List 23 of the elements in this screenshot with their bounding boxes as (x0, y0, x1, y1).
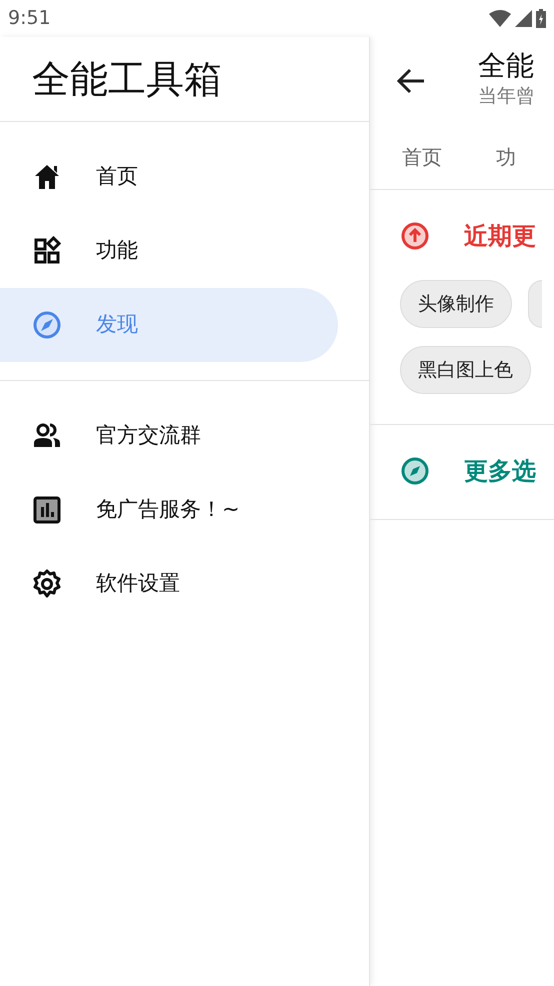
tab[interactable]: 首页 (402, 142, 442, 172)
drawer-title: 全能工具箱 (31, 56, 223, 103)
settings-icon (32, 568, 62, 599)
compass-icon (32, 310, 62, 340)
grid-icon (32, 236, 62, 266)
page-title: 全能 (478, 51, 535, 82)
section-title: 更多选 (464, 456, 536, 487)
status-time: 9:51 (8, 6, 51, 32)
back-icon[interactable] (396, 68, 426, 94)
drawer-item[interactable]: 免广告服务！~ (0, 472, 338, 547)
drawer-item[interactable]: 首页 (0, 140, 338, 214)
drawer-item[interactable]: 官方交流群 (0, 398, 338, 473)
drawer-item[interactable]: 软件设置 (0, 546, 338, 621)
chip[interactable]: 黑白图上色 (400, 346, 531, 394)
wifi-icon (489, 10, 511, 27)
chart-icon (32, 494, 62, 525)
tab[interactable]: 功 (496, 142, 516, 172)
chip[interactable]: 头像制作 (400, 280, 512, 328)
page-subtitle: 当年曾 (478, 84, 535, 110)
section-title: 近期更 (464, 221, 536, 252)
drawer-item[interactable]: 功能 (0, 214, 338, 288)
signal-icon (515, 10, 532, 27)
battery-icon (536, 9, 546, 28)
